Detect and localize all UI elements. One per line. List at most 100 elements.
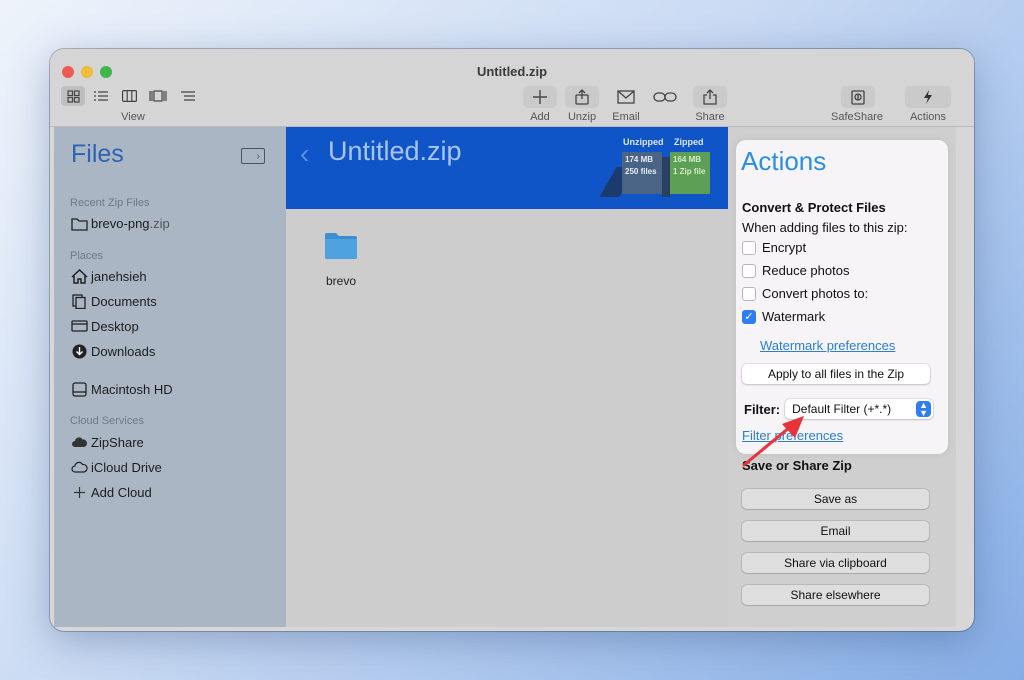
save-as-button[interactable]: Save as bbox=[742, 489, 929, 509]
unzip-button[interactable] bbox=[565, 86, 599, 108]
watermark-option[interactable]: ✓ Watermark bbox=[742, 309, 825, 324]
list-icon bbox=[94, 91, 108, 101]
unzipped-size: 174 MB bbox=[625, 155, 654, 164]
sidebar-item-label: iCloud Drive bbox=[91, 459, 162, 475]
sidebar-item-label: Downloads bbox=[91, 343, 156, 359]
places-header: Places bbox=[70, 250, 104, 262]
share-button[interactable] bbox=[693, 86, 727, 108]
convert-photos-option[interactable]: Convert photos to: bbox=[742, 286, 868, 301]
app-window: Untitled.zip View Add Unzip Email Share … bbox=[50, 49, 974, 631]
size-box-divider bbox=[662, 157, 670, 197]
recent-files-header: Recent Zip Files bbox=[70, 197, 150, 209]
encrypt-option[interactable]: Encrypt bbox=[742, 240, 806, 255]
lightning-icon bbox=[924, 90, 932, 104]
sidebar-item-downloads[interactable]: Downloads bbox=[70, 343, 155, 359]
reduce-photos-option[interactable]: Reduce photos bbox=[742, 263, 849, 278]
watermark-label: Watermark bbox=[762, 309, 826, 324]
sidebar-toggle-button[interactable]: › bbox=[241, 148, 265, 164]
sidebar-item-macintosh-hd[interactable]: Macintosh HD bbox=[70, 381, 173, 397]
share-icon bbox=[703, 89, 717, 105]
link-icon bbox=[653, 92, 677, 102]
safeshare-button[interactable] bbox=[841, 86, 875, 108]
encrypt-checkbox[interactable] bbox=[742, 240, 756, 255]
watermark-checkbox[interactable]: ✓ bbox=[742, 309, 756, 324]
unzipped-count: 250 files bbox=[625, 167, 657, 176]
view-label: View bbox=[121, 111, 145, 123]
safeshare-icon bbox=[851, 90, 865, 105]
sidebar-item-label: janehsieh bbox=[91, 268, 147, 284]
icon-view-button[interactable] bbox=[61, 86, 85, 106]
reduce-photos-checkbox[interactable] bbox=[742, 263, 756, 278]
gallery-view-button[interactable] bbox=[146, 86, 170, 106]
email-button[interactable] bbox=[609, 86, 643, 108]
unzipped-label: Unzipped bbox=[623, 137, 664, 147]
add-label: Add bbox=[530, 111, 550, 123]
title-bar: Untitled.zip View Add Unzip Email Share … bbox=[50, 49, 974, 127]
desktop-icon bbox=[70, 318, 88, 334]
home-icon bbox=[70, 268, 88, 284]
outline-icon bbox=[181, 91, 195, 101]
sidebar-item-desktop[interactable]: Desktop bbox=[70, 318, 139, 334]
chevron-right-icon: › bbox=[256, 150, 260, 162]
actions-button[interactable] bbox=[905, 86, 951, 108]
folder-icon bbox=[70, 215, 88, 231]
sidebar-item-icloud-drive[interactable]: iCloud Drive bbox=[70, 459, 162, 475]
share-clipboard-button[interactable]: Share via clipboard bbox=[742, 553, 929, 573]
columns-icon bbox=[121, 90, 137, 102]
envelope-icon bbox=[617, 90, 635, 104]
link-button[interactable] bbox=[648, 86, 682, 108]
sidebar-item-label: ZipShare bbox=[91, 434, 144, 450]
up-down-chevron-icon: ▲ ▼ bbox=[916, 401, 932, 418]
encrypt-label: Encrypt bbox=[762, 240, 807, 255]
sidebar-item-label: Macintosh HD bbox=[91, 381, 173, 397]
folder-icon bbox=[325, 233, 357, 259]
zipped-size-box: 164 MB 1 Zip file bbox=[670, 152, 710, 194]
recent-file-brevo-png[interactable]: brevo-png.zip bbox=[70, 215, 170, 231]
plus-icon bbox=[70, 484, 88, 500]
zipped-count: 1 Zip file bbox=[673, 167, 706, 176]
hard-drive-icon bbox=[70, 381, 88, 397]
sidebar-item-zipshare[interactable]: ZipShare bbox=[70, 434, 144, 450]
convert-protect-heading: Convert & Protect Files bbox=[742, 200, 886, 215]
actions-label: Actions bbox=[909, 111, 947, 123]
sidebar-item-documents[interactable]: Documents bbox=[70, 293, 157, 309]
grid-icon bbox=[66, 89, 80, 103]
sidebar-item-label: Desktop bbox=[91, 318, 139, 334]
email-label: Email bbox=[612, 111, 640, 123]
list-view-button[interactable] bbox=[89, 86, 113, 106]
zipped-label: Zipped bbox=[674, 137, 704, 147]
sidebar-title: Files bbox=[71, 140, 124, 168]
recent-file-name: brevo-png bbox=[91, 215, 150, 231]
recent-file-ext: .zip bbox=[149, 215, 170, 231]
watermark-preferences-link[interactable]: Watermark preferences bbox=[760, 338, 895, 353]
plus-icon bbox=[533, 90, 547, 104]
when-adding-text: When adding files to this zip: bbox=[742, 220, 908, 235]
sidebar-item-label: Add Cloud bbox=[91, 484, 152, 500]
window-title: Untitled.zip bbox=[476, 64, 548, 79]
sidebar-item-janehsieh[interactable]: janehsieh bbox=[70, 268, 147, 284]
sidebar: Files › Recent Zip Files brevo-png.zip P… bbox=[54, 127, 286, 627]
unzip-label: Unzip bbox=[567, 111, 597, 123]
reduce-photos-label: Reduce photos bbox=[762, 263, 850, 278]
share-elsewhere-button[interactable]: Share elsewhere bbox=[742, 585, 929, 605]
outline-view-button[interactable] bbox=[176, 86, 200, 106]
zipped-size: 164 MB bbox=[673, 155, 702, 164]
email-zip-button[interactable]: Email bbox=[742, 521, 929, 541]
download-icon bbox=[70, 343, 88, 359]
share-label: Share bbox=[695, 111, 725, 123]
checkmark-icon: ✓ bbox=[744, 311, 754, 323]
unzip-icon bbox=[575, 89, 589, 105]
cloud-filled-icon bbox=[70, 434, 88, 450]
apply-to-all-button[interactable]: Apply to all files in the Zip bbox=[742, 364, 930, 384]
gallery-icon bbox=[149, 90, 167, 102]
convert-photos-checkbox[interactable] bbox=[742, 286, 756, 301]
sidebar-item-add-cloud[interactable]: Add Cloud bbox=[70, 484, 152, 500]
zip-header-banner: ‹ Untitled.zip Unzipped Zipped 174 MB 25… bbox=[286, 127, 728, 209]
add-button[interactable] bbox=[523, 86, 557, 108]
column-view-button[interactable] bbox=[117, 86, 141, 106]
cloud-services-header: Cloud Services bbox=[70, 415, 144, 427]
convert-photos-label: Convert photos to: bbox=[762, 286, 869, 301]
annotation-arrow-icon bbox=[742, 416, 804, 467]
documents-icon bbox=[70, 293, 88, 309]
back-chevron-icon[interactable]: ‹ bbox=[300, 138, 309, 170]
